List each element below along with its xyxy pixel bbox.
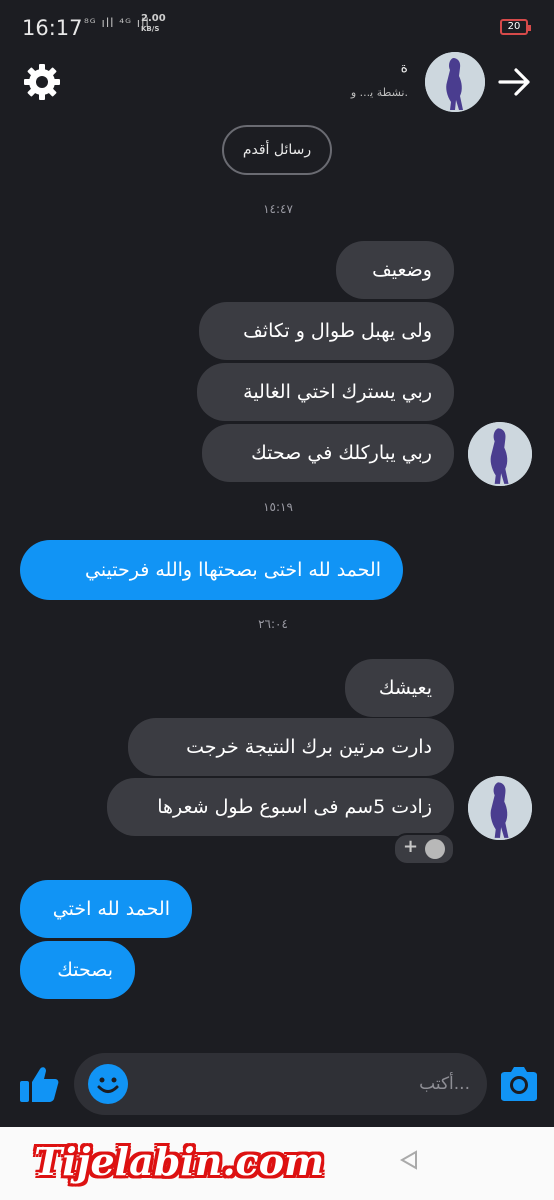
avatar-figure-icon [425, 52, 485, 112]
incoming-message[interactable]: وضعيف [336, 241, 454, 299]
message-timestamp: ١٥:١٩ [263, 500, 293, 514]
contact-avatar[interactable] [425, 52, 485, 112]
signal-indicators: ⁸ᴳ ıll ⁴ᴳ ıll [84, 16, 150, 30]
message-timestamp: ١٤:٤٧ [263, 202, 293, 216]
network-speed: 2.00 KB/S [141, 14, 166, 34]
contact-name[interactable]: ﺓ [300, 60, 408, 76]
battery-indicator: 20 [500, 19, 531, 35]
arrow-right-icon[interactable] [494, 63, 536, 101]
message-composer: ...أكتب [0, 1050, 554, 1120]
sender-avatar[interactable] [468, 422, 532, 486]
outgoing-message[interactable]: الحمد لله اختى بصحتهاا والله فرحتيني [20, 540, 403, 600]
gear-icon[interactable] [22, 62, 62, 102]
thumbs-up-icon[interactable] [18, 1064, 60, 1104]
incoming-message[interactable]: يعيشك [345, 659, 454, 717]
older-messages-button[interactable]: رسائل أقدم [222, 125, 332, 175]
camera-icon[interactable] [497, 1064, 541, 1104]
network-speed-unit: KB/S [141, 25, 160, 33]
network-speed-value: 2.00 [141, 13, 166, 24]
message-timestamp: ٢٦:٠٤ [258, 617, 288, 631]
plus-icon: + [403, 836, 419, 857]
sender-avatar[interactable] [468, 776, 532, 840]
status-bar: 16:17 ⁸ᴳ ıll ⁴ᴳ ıll 2.00 KB/S 20 [0, 0, 554, 54]
message-input-placeholder: ...أكتب [419, 1074, 470, 1094]
incoming-message[interactable]: زادت 5سم فى اسبوع طول شعرها [107, 778, 454, 836]
nav-back-icon[interactable] [398, 1149, 420, 1171]
incoming-message[interactable]: دارت مرتين برك النتيجة خرجت [128, 718, 454, 776]
incoming-message[interactable]: ربي يباركلك في صحتك [202, 424, 454, 482]
contact-status: ﻧﺸﻄﺔ ﻳ... ﻭ. [350, 86, 408, 99]
message-input[interactable]: ...أكتب [74, 1053, 487, 1115]
status-time: 16:17 [22, 16, 83, 40]
avatar-figure-icon [468, 422, 532, 486]
incoming-message[interactable]: ولى يهبل طوال و تكاثف [199, 302, 454, 360]
chat-header: ﺓ ﻧﺸﻄﺔ ﻳ... ﻭ. [0, 52, 554, 114]
battery-level: 20 [507, 21, 521, 32]
smiley-reaction-icon [425, 839, 445, 859]
outgoing-message[interactable]: الحمد لله اختي [20, 880, 192, 938]
outgoing-message[interactable]: بصحتك [20, 941, 135, 999]
watermark-logo: Tijelabin.com [34, 1139, 325, 1184]
incoming-message[interactable]: ربي يسترك اختي الغالية [197, 363, 454, 421]
avatar-figure-icon [468, 776, 532, 840]
reaction-button[interactable]: + [393, 833, 455, 865]
